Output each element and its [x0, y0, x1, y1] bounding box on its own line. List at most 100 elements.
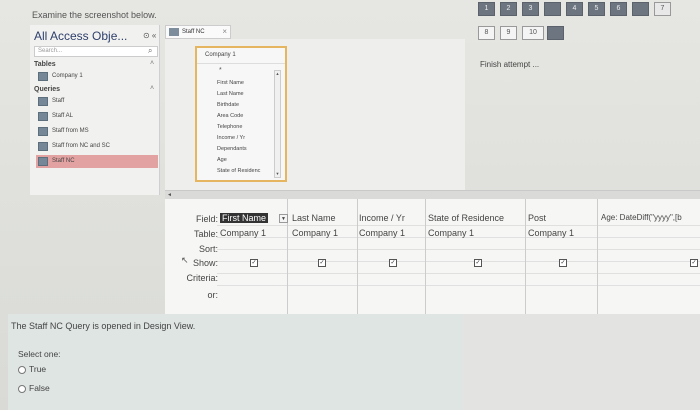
option-false[interactable]: False: [18, 383, 50, 393]
question-nav-unnumbered-b[interactable]: [632, 2, 649, 16]
nav-item-label: Staff from NC and SC: [52, 143, 110, 149]
question-nav-1[interactable]: 1: [478, 2, 495, 16]
field-list-item[interactable]: First Name: [217, 78, 260, 89]
nav-group-tables[interactable]: Tables: [34, 61, 56, 68]
table-cell[interactable]: Company 1: [220, 228, 266, 238]
nav-search-input[interactable]: Search...: [34, 46, 158, 57]
field-list: First Name Last Name Birthdate Area Code…: [217, 78, 260, 177]
question-nav-10[interactable]: 10: [522, 26, 544, 40]
field-cell-state-of-residence[interactable]: State of Residence: [428, 213, 504, 223]
question-nav-5[interactable]: 5: [588, 2, 605, 16]
option-label: True: [29, 364, 47, 374]
nav-item-label: Staff AL: [52, 113, 73, 119]
query-icon: [38, 112, 48, 121]
query-icon: [38, 97, 48, 106]
row-label-criteria: Criteria:: [186, 273, 218, 283]
scroll-up-icon[interactable]: ▲: [275, 71, 280, 77]
table-cell[interactable]: Company 1: [359, 228, 405, 238]
row-label-show: Show:: [192, 258, 218, 268]
grid-column-divider: [525, 199, 526, 314]
table-icon: [38, 72, 48, 81]
grid-row-divider: [217, 249, 700, 250]
table-cell[interactable]: Company 1: [528, 228, 574, 238]
nav-pane-controls[interactable]: ⊙ «: [143, 31, 156, 40]
scroll-down-icon[interactable]: ▼: [275, 171, 280, 177]
nav-item-label: Staff from MS: [52, 128, 89, 134]
nav-item-company-1[interactable]: Company 1: [36, 70, 158, 83]
question-nav-2[interactable]: 2: [500, 2, 517, 16]
nav-item-staff-from-nc-and-sc[interactable]: Staff from NC and SC: [36, 140, 158, 153]
finish-attempt-link[interactable]: Finish attempt ...: [480, 60, 539, 69]
show-checkbox[interactable]: ✓: [250, 259, 258, 267]
field-list-scrollbar[interactable]: ▲ ▼: [274, 70, 281, 178]
question-nav-7[interactable]: 7: [654, 2, 671, 16]
row-label-sort: Sort:: [198, 244, 218, 254]
field-cell-income[interactable]: Income / Yr: [359, 213, 405, 223]
side-blank-area: [463, 314, 700, 410]
instruction-text: Examine the screenshot below.: [32, 10, 157, 20]
row-label-table: Table:: [193, 229, 218, 239]
question-nav-unnumbered-c[interactable]: [547, 26, 564, 40]
pane-divider[interactable]: ◄: [165, 190, 700, 199]
field-list-item[interactable]: Age: [217, 155, 260, 166]
question-nav-4[interactable]: 4: [566, 2, 583, 16]
grid-row-divider: [217, 225, 700, 226]
question-nav-3[interactable]: 3: [522, 2, 539, 16]
question-statement: The Staff NC Query is opened in Design V…: [11, 321, 196, 331]
grid-column-divider: [425, 199, 426, 314]
field-dropdown-icon[interactable]: ▼: [279, 214, 288, 223]
nav-item-staff-al[interactable]: Staff AL: [36, 110, 158, 123]
show-checkbox[interactable]: ✓: [690, 259, 698, 267]
show-checkbox[interactable]: ✓: [474, 259, 482, 267]
question-nav-9[interactable]: 9: [500, 26, 517, 40]
query-icon: [38, 127, 48, 136]
scroll-left-icon[interactable]: ◄: [167, 192, 173, 198]
navigation-pane: All Access Obje... ⊙ « Search... ⌕ Table…: [30, 25, 160, 195]
grid-column-divider: [597, 199, 598, 314]
nav-group-queries[interactable]: Queries: [34, 86, 60, 93]
nav-item-staff[interactable]: Staff: [36, 95, 158, 108]
option-true[interactable]: True: [18, 364, 46, 374]
field-cell-age-expression[interactable]: Age: DateDiff("yyyy",[b: [601, 213, 682, 222]
show-checkbox[interactable]: ✓: [389, 259, 397, 267]
nav-pane-title[interactable]: All Access Obje...: [34, 29, 127, 43]
search-icon[interactable]: ⌕: [148, 46, 152, 56]
field-cell-first-name[interactable]: First Name: [220, 213, 269, 223]
field-list-title[interactable]: Company 1: [197, 48, 285, 64]
select-one-label: Select one:: [18, 349, 61, 359]
nav-item-label: Staff: [52, 98, 65, 104]
radio-true[interactable]: [18, 365, 26, 374]
field-list-item[interactable]: Last Name: [217, 89, 260, 100]
option-label: False: [29, 383, 50, 393]
question-nav-6[interactable]: 6: [610, 2, 627, 16]
tab-staff-nc[interactable]: Staff NC ×: [165, 25, 231, 39]
collapse-chevron-icon[interactable]: ˄: [150, 85, 154, 92]
mouse-cursor-icon: ↖: [181, 255, 189, 265]
radio-false[interactable]: [18, 384, 26, 393]
field-cell-post[interactable]: Post: [528, 213, 546, 223]
field-list-item[interactable]: Area Code: [217, 111, 260, 122]
all-fields-star[interactable]: *: [219, 67, 222, 74]
show-checkbox[interactable]: ✓: [559, 259, 567, 267]
grid-row-divider: [217, 261, 700, 262]
close-icon[interactable]: ×: [222, 26, 227, 38]
field-cell-last-name[interactable]: Last Name: [292, 213, 336, 223]
question-nav-8[interactable]: 8: [478, 26, 495, 40]
row-label-or: or:: [207, 290, 218, 300]
field-list-item[interactable]: Dependants: [217, 144, 260, 155]
nav-item-label: Staff NC: [52, 158, 75, 164]
nav-item-staff-nc[interactable]: Staff NC: [36, 155, 158, 168]
table-cell[interactable]: Company 1: [292, 228, 338, 238]
grid-column-divider: [357, 199, 358, 314]
collapse-chevron-icon[interactable]: ˄: [150, 60, 154, 67]
table-cell[interactable]: Company 1: [428, 228, 474, 238]
field-list-item[interactable]: Income / Yr: [217, 133, 260, 144]
row-label-field: Field:: [195, 214, 218, 224]
field-list-item[interactable]: Birthdate: [217, 100, 260, 111]
field-list-item[interactable]: State of Residenc: [217, 166, 260, 177]
question-nav-unnumbered-a[interactable]: [544, 2, 561, 16]
show-checkbox[interactable]: ✓: [318, 259, 326, 267]
nav-item-staff-from-ms[interactable]: Staff from MS: [36, 125, 158, 138]
table-field-list[interactable]: Company 1 * First Name Last Name Birthda…: [195, 46, 287, 182]
field-list-item[interactable]: Telephone: [217, 122, 260, 133]
